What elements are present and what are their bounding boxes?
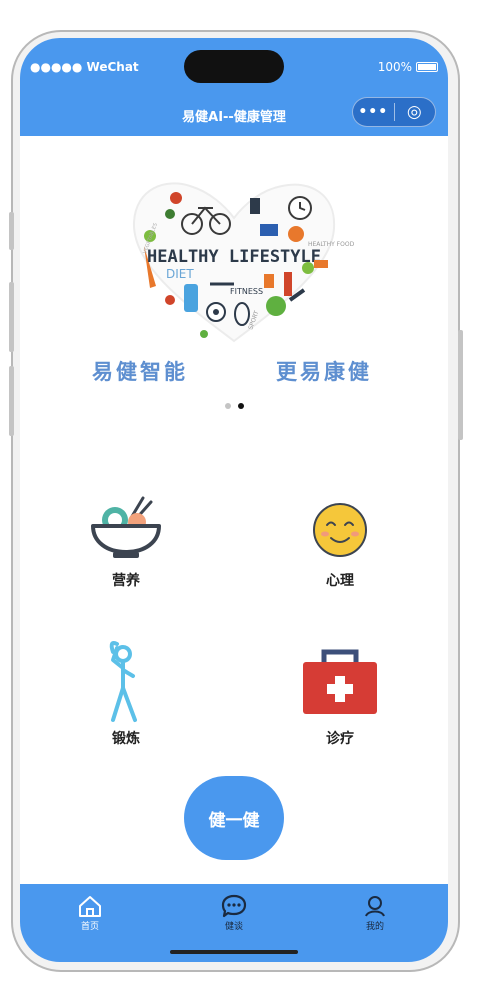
- tab-label-mine: 我的: [365, 922, 384, 932]
- tab-label-chat: 健谈: [224, 922, 243, 932]
- battery-icon: [416, 62, 438, 72]
- exercise-figure-icon: [109, 641, 137, 722]
- category-nutrition[interactable]: 营养: [66, 490, 186, 590]
- status-carrier: ●●●●● WeChat: [30, 60, 139, 74]
- tab-chat[interactable]: 健谈: [199, 894, 269, 932]
- tab-label-home: 首页: [80, 922, 99, 932]
- jian-yi-jian-button[interactable]: 健一健: [184, 776, 284, 860]
- person-icon: [365, 896, 385, 917]
- carousel-indicators: [20, 403, 448, 409]
- mute-switch: [9, 212, 14, 250]
- heart-text-fitness: FITNESS: [230, 287, 263, 296]
- healthy-lifestyle-heart-illustration: HEALTHY LIFESTYLE DIET FITNESS HEALTHY F…: [132, 182, 355, 343]
- carousel-dot-2[interactable]: [237, 403, 244, 409]
- smiley-face-icon: [313, 503, 367, 557]
- dynamic-island: [184, 50, 284, 83]
- volume-up-button: [9, 282, 14, 352]
- home-icon: [79, 896, 101, 917]
- screen: ●●●●● WeChat 100% 易健AI--健康管理 ••• ◎ HEALT…: [20, 38, 448, 962]
- category-label-psychology: 心理: [326, 573, 354, 589]
- category-exercise[interactable]: 锻炼: [66, 640, 186, 748]
- category-label-nutrition: 营养: [112, 573, 140, 589]
- heart-text-healthy-food: HEALTHY FOOD: [308, 241, 355, 248]
- first-aid-kit-icon: [303, 649, 377, 714]
- heart-text-diet: DIET: [166, 267, 194, 281]
- category-label-exercise: 锻炼: [112, 731, 140, 747]
- slogan-right: 更易康健: [276, 359, 372, 384]
- chat-bubble-icon: [221, 894, 247, 918]
- slogan-left: 易健智能: [92, 359, 188, 384]
- bottom-tab-bar: 首页 健谈 我的: [20, 884, 448, 962]
- tab-home[interactable]: 首页: [55, 894, 125, 932]
- close-circle-icon: ◎: [406, 102, 423, 122]
- volume-down-button: [9, 366, 14, 436]
- banner-carousel[interactable]: HEALTHY LIFESTYLE DIET FITNESS HEALTHY F…: [20, 136, 448, 436]
- battery-percent: 100%: [377, 60, 412, 74]
- category-medical[interactable]: 诊疗: [280, 644, 400, 748]
- nav-header: ●●●●● WeChat 100% 易健AI--健康管理 ••• ◎: [20, 38, 448, 136]
- power-button: [458, 330, 463, 440]
- tab-mine[interactable]: 我的: [340, 894, 410, 932]
- status-battery: 100%: [378, 60, 438, 74]
- miniprogram-capsule: ••• ◎: [352, 97, 436, 127]
- category-psychology[interactable]: 心理: [280, 490, 400, 590]
- home-indicator: [170, 950, 298, 954]
- heart-text-healthy-lifestyle: HEALTHY LIFESTYLE: [147, 247, 321, 267]
- category-label-medical: 诊疗: [326, 731, 354, 747]
- more-icon: •••: [358, 104, 389, 120]
- carousel-dot-1[interactable]: [224, 403, 231, 409]
- more-button[interactable]: •••: [353, 104, 394, 120]
- food-bowl-icon: [91, 496, 161, 558]
- close-button[interactable]: ◎: [395, 102, 436, 122]
